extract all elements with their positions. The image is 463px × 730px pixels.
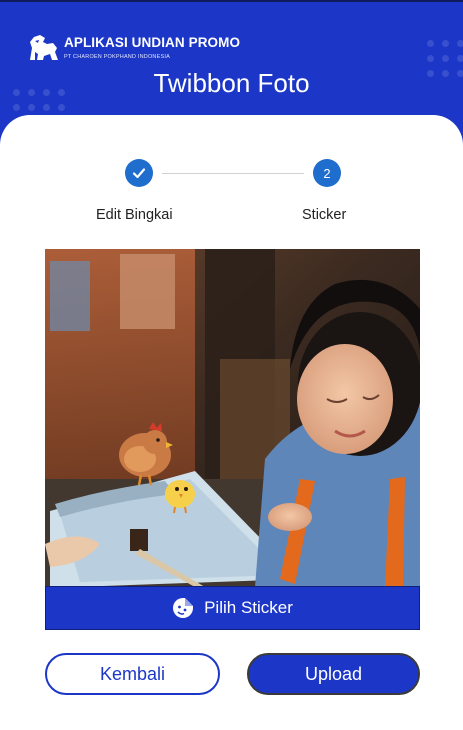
lion-logo-icon <box>30 35 58 60</box>
step-1-indicator <box>125 159 153 187</box>
check-icon <box>132 168 146 179</box>
back-button[interactable]: Kembali <box>45 653 220 695</box>
pick-sticker-button[interactable]: Pilih Sticker <box>45 586 420 630</box>
step-2-indicator: 2 <box>313 159 341 187</box>
photo-preview[interactable] <box>45 249 420 587</box>
upload-button[interactable]: Upload <box>247 653 420 695</box>
pick-sticker-label: Pilih Sticker <box>204 598 293 617</box>
brand-title: APLIKASI UNDIAN PROMO <box>64 35 241 50</box>
page-title: Twibbon Foto <box>153 68 310 98</box>
stepper-connector <box>162 173 304 174</box>
sticker-smiley-icon <box>173 598 194 618</box>
brand-subtitle: PT CHAROEN POKPHAND INDONESIA <box>64 54 170 60</box>
step-1-label: Edit Bingkai <box>96 207 173 223</box>
step-2-label: Sticker <box>302 207 347 223</box>
